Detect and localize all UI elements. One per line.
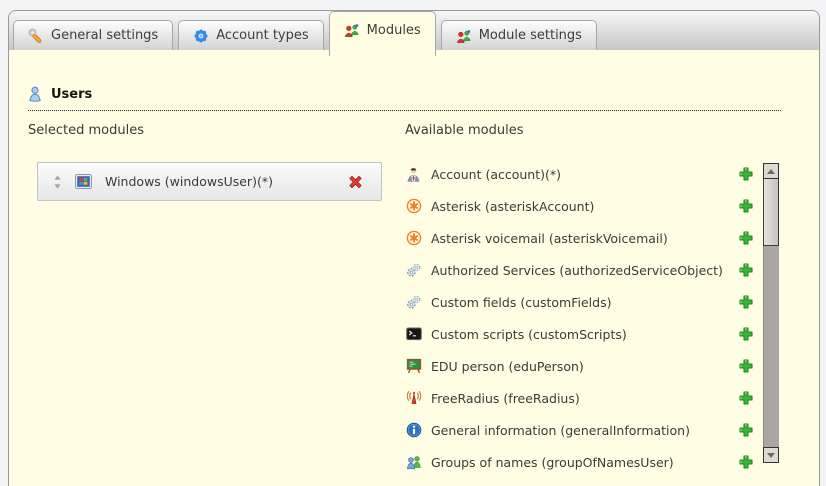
add-module-button[interactable] [738,198,754,214]
available-module-row: EDU person (eduPerson) [405,350,757,382]
section-title: Users [51,87,92,102]
module-name: Custom scripts (customScripts) [431,327,627,342]
add-module-button[interactable] [738,166,754,182]
available-module-row: Asterisk (asteriskAccount) [405,190,757,222]
add-module-button[interactable] [738,294,754,310]
chalkboard-icon [405,358,422,374]
module-name: Asterisk (asteriskAccount) [431,199,594,214]
selected-module-row: Windows (windowsUser)(*) [37,162,382,201]
add-module-button[interactable] [738,262,754,278]
user-icon [28,86,42,102]
modules-icon [344,22,360,38]
up-arrow-icon [767,169,775,174]
available-module-row: Custom fields (customFields) [405,286,757,318]
configuration-window: General settings Account types [8,10,820,486]
tab-modules[interactable]: Modules [329,11,436,56]
available-modules-label: Available modules [405,123,523,138]
available-module-row: Authorized Services (authorizedServiceOb… [405,254,757,286]
module-name: Custom fields (customFields) [431,295,611,310]
available-module-row: FreeRadius (freeRadius) [405,382,757,414]
scrollbar-thumb[interactable] [763,179,779,246]
available-module-row: Account (account)(*) [405,158,757,190]
gear-icon [193,28,209,44]
tab-bar: General settings Account types [9,11,819,50]
tab-label: Module settings [479,28,582,43]
module-name: Account (account)(*) [431,167,561,182]
module-name: FreeRadius (freeRadius) [431,391,580,406]
down-arrow-icon [767,453,775,458]
add-module-button[interactable] [738,230,754,246]
selected-module-name: Windows (windowsUser)(*) [105,174,273,189]
available-module-row: Asterisk voicemail (asteriskVoicemail) [405,222,757,254]
terminal-icon [405,327,422,341]
tab-module-settings[interactable]: Module settings [441,20,597,50]
modules-icon [456,28,472,44]
add-module-button[interactable] [738,454,754,470]
available-module-row: Groups of names (groupOfNamesUser) [405,446,757,478]
tab-label: Modules [367,23,421,38]
scrollbar-track[interactable] [763,246,779,447]
available-module-row: Custom scripts (customScripts) [405,318,757,350]
group-icon [405,454,422,470]
module-name: General information (generalInformation) [431,423,690,438]
asterisk-icon [405,230,422,246]
scroll-up-button[interactable] [763,163,779,179]
available-modules-list: Account (account)(*) Asterisk (asteriskA… [405,158,757,478]
add-module-button[interactable] [738,326,754,342]
scroll-down-button[interactable] [763,447,779,463]
drag-sort-handle[interactable] [53,175,62,189]
windows-icon [75,174,92,189]
module-name: Groups of names (groupOfNamesUser) [431,455,674,470]
tab-label: General settings [51,28,158,43]
wrench-icon [28,28,44,44]
info-icon [405,422,422,438]
asterisk-icon [405,198,422,214]
selected-modules-label: Selected modules [28,123,144,138]
users-section-header: Users [28,86,781,111]
available-module-row: General information (generalInformation) [405,414,757,446]
radio-tower-icon [405,390,422,406]
add-module-button[interactable] [738,422,754,438]
tab-general-settings[interactable]: General settings [13,20,173,50]
add-module-button[interactable] [738,390,754,406]
gears-icon [405,262,422,278]
tab-account-types[interactable]: Account types [178,20,323,50]
tab-label: Account types [216,28,308,43]
module-name: EDU person (eduPerson) [431,359,584,374]
delete-module-button[interactable] [347,173,364,190]
add-module-button[interactable] [738,358,754,374]
module-name: Asterisk voicemail (asteriskVoicemail) [431,231,668,246]
available-list-scrollbar [763,163,779,463]
account-icon [405,166,422,182]
module-name: Authorized Services (authorizedServiceOb… [431,263,723,278]
gears-icon [405,294,422,310]
